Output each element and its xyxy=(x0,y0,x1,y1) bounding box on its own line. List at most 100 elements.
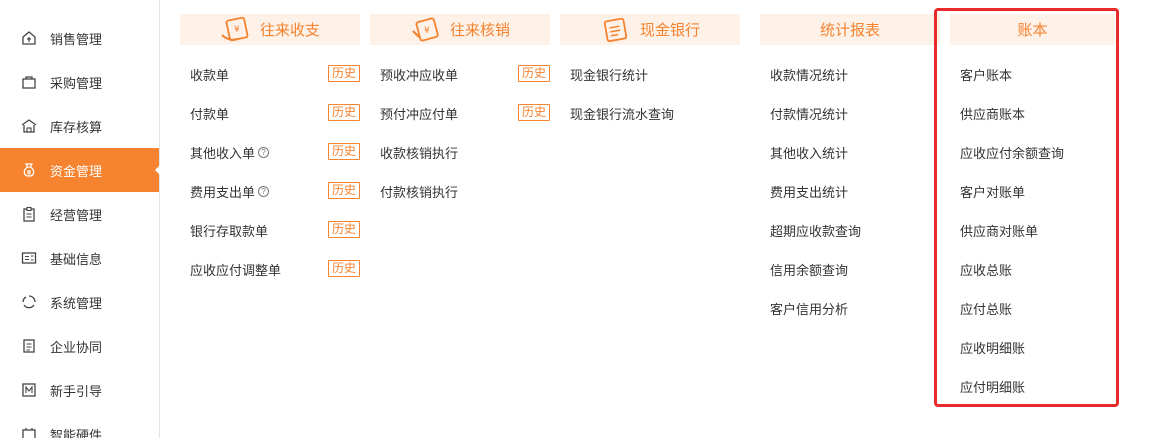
menu-item-label: 付款情况统计 xyxy=(770,106,849,122)
column-title: 现金银行 xyxy=(639,22,700,39)
sidebar-item-guide[interactable]: 新手引导 xyxy=(0,368,159,412)
sidebar-item-operations[interactable]: 经营管理 xyxy=(0,192,159,236)
menu-item-label: 信用余额查询 xyxy=(770,262,849,278)
menu-item-label: 付款单 xyxy=(190,106,230,122)
menu-item-label: 收款情况统计 xyxy=(770,67,849,83)
menu-item-label: 费用支出统计 xyxy=(770,184,849,200)
menu-item-supplier-ledger[interactable]: 供应商账本 xyxy=(960,103,1115,123)
column-header: 账本 xyxy=(950,14,1115,45)
column-receipts-payments: ¥ 往来收支 收款单 历史 付款单 历史 其他收入单 ? 历史 费用支出单 ? … xyxy=(180,14,360,278)
column-title: 往来核销 xyxy=(449,22,510,39)
menu-item-label: 应付明细账 xyxy=(960,379,1026,395)
column-header: 现金银行 xyxy=(560,14,740,45)
column-title: 统计报表 xyxy=(819,22,880,39)
sidebar-item-label: 基础信息 xyxy=(50,251,103,267)
document-icon xyxy=(20,337,38,355)
menu-item-advance-payment-offset[interactable]: 预付冲应付单 历史 xyxy=(380,103,550,123)
history-badge[interactable]: 历史 xyxy=(517,65,550,82)
sidebar-item-label: 库存核算 xyxy=(50,119,103,135)
menu-item-label: 其他收入统计 xyxy=(770,145,849,161)
sidebar-item-label: 采购管理 xyxy=(50,75,103,91)
new-badge-icon xyxy=(20,381,38,399)
menu-item-bank-deposit[interactable]: 银行存取款单 历史 xyxy=(190,220,360,240)
menu-item-label: 客户对账单 xyxy=(960,184,1026,200)
menu-item-expense[interactable]: 费用支出单 ? 历史 xyxy=(190,181,360,201)
menu-item-label: 付款核销执行 xyxy=(380,184,459,200)
history-badge[interactable]: 历史 xyxy=(327,65,360,82)
menu-item-customer-statement[interactable]: 客户对账单 xyxy=(960,181,1115,201)
menu-item-label: 现金银行统计 xyxy=(570,67,649,83)
menu-item-label: 预收冲应收单 xyxy=(380,67,459,83)
sidebar-item-label: 系统管理 xyxy=(50,295,103,311)
menu-item-credit-analysis[interactable]: 客户信用分析 xyxy=(770,298,940,318)
menu-item-payable-general-ledger[interactable]: 应付总账 xyxy=(960,298,1115,318)
sidebar: 销售管理 采购管理 库存核算 资金管理 经营管理 基础信息 系统管理 企业协同 … xyxy=(0,0,160,438)
sidebar-item-label: 新手引导 xyxy=(50,383,103,399)
writeoff-icon: ¥ xyxy=(410,17,442,43)
sidebar-item-inventory[interactable]: 库存核算 xyxy=(0,104,159,148)
purchase-bag-icon xyxy=(20,73,38,91)
svg-text:¥: ¥ xyxy=(424,26,430,36)
sidebar-item-label: 销售管理 xyxy=(50,31,103,47)
column-ledger: 账本 客户账本 供应商账本 应收应付余额查询 客户对账单 供应商对账单 应收总账… xyxy=(950,14,1115,395)
menu-item-receivable-detail-ledger[interactable]: 应收明细账 xyxy=(960,337,1115,357)
sidebar-item-label: 企业协同 xyxy=(50,339,103,355)
menu-item-credit-balance[interactable]: 信用余额查询 xyxy=(770,259,940,279)
sidebar-item-label: 智能硬件 xyxy=(50,427,103,438)
menu-item-advance-receipt-offset[interactable]: 预收冲应收单 历史 xyxy=(380,64,550,84)
menu-item-receivable-general-ledger[interactable]: 应收总账 xyxy=(960,259,1115,279)
menu-item-label: 应收明细账 xyxy=(960,340,1026,356)
help-icon[interactable]: ? xyxy=(258,146,270,158)
menu-item-overdue-receivables[interactable]: 超期应收款查询 xyxy=(770,220,940,240)
sidebar-item-label: 经营管理 xyxy=(50,207,103,223)
menu-item-cash-bank-flow[interactable]: 现金银行流水查询 xyxy=(570,103,740,123)
sidebar-item-sales[interactable]: 销售管理 xyxy=(0,16,159,60)
menu-item-customer-ledger[interactable]: 客户账本 xyxy=(960,64,1115,84)
menu-item-label: 超期应收款查询 xyxy=(770,223,862,239)
column-reports: 统计报表 收款情况统计 付款情况统计 其他收入统计 费用支出统计 超期应收款查询… xyxy=(760,14,940,317)
menu-item-payment-stats[interactable]: 付款情况统计 xyxy=(770,103,940,123)
clipboard-icon xyxy=(20,205,38,223)
menu-item-payment[interactable]: 付款单 历史 xyxy=(190,103,360,123)
menu-item-label: 费用支出单 xyxy=(190,184,256,200)
menu-item-receipt[interactable]: 收款单 历史 xyxy=(190,64,360,84)
sidebar-item-basic-info[interactable]: 基础信息 xyxy=(0,236,159,280)
menu-item-other-income[interactable]: 其他收入单 ? 历史 xyxy=(190,142,360,162)
menu-item-receipt-writeoff[interactable]: 收款核销执行 xyxy=(380,142,550,162)
menu-item-cash-bank-stats[interactable]: 现金银行统计 xyxy=(570,64,740,84)
menu-item-label: 应付总账 xyxy=(960,301,1013,317)
sidebar-item-collaboration[interactable]: 企业协同 xyxy=(0,324,159,368)
menu-item-receipt-stats[interactable]: 收款情况统计 xyxy=(770,64,940,84)
help-icon[interactable]: ? xyxy=(258,185,270,197)
menu-item-expense-stats[interactable]: 费用支出统计 xyxy=(770,181,940,201)
history-badge[interactable]: 历史 xyxy=(517,104,550,121)
menu-item-payment-writeoff[interactable]: 付款核销执行 xyxy=(380,181,550,201)
bank-doc-icon xyxy=(600,17,632,43)
menu-item-adjustment[interactable]: 应收应付调整单 历史 xyxy=(190,259,360,279)
history-badge[interactable]: 历史 xyxy=(327,221,360,238)
menu-item-other-income-stats[interactable]: 其他收入统计 xyxy=(770,142,940,162)
sidebar-item-label: 资金管理 xyxy=(50,163,103,179)
menu-item-label: 其他收入单 xyxy=(190,145,256,161)
sidebar-item-hardware[interactable]: 智能硬件 xyxy=(0,412,159,438)
history-badge[interactable]: 历史 xyxy=(327,104,360,121)
history-badge[interactable]: 历史 xyxy=(327,182,360,199)
menu-item-label: 应收应付余额查询 xyxy=(960,145,1065,161)
menu-item-supplier-statement[interactable]: 供应商对账单 xyxy=(960,220,1115,240)
menu-item-label: 供应商账本 xyxy=(960,106,1026,122)
history-badge[interactable]: 历史 xyxy=(327,143,360,160)
sidebar-item-finance[interactable]: 资金管理 xyxy=(0,148,160,192)
column-title: 往来收支 xyxy=(259,22,320,39)
menu-item-label: 现金银行流水查询 xyxy=(570,106,675,122)
column-header: 统计报表 xyxy=(760,14,940,45)
menu-item-label: 客户账本 xyxy=(960,67,1013,83)
history-badge[interactable]: 历史 xyxy=(327,260,360,277)
menu-item-label: 收款单 xyxy=(190,67,230,83)
menu-item-balance-query[interactable]: 应收应付余额查询 xyxy=(960,142,1115,162)
menu-item-label: 收款核销执行 xyxy=(380,145,459,161)
sidebar-item-system[interactable]: 系统管理 xyxy=(0,280,159,324)
receipt-icon: ¥ xyxy=(220,16,252,43)
menu-item-payable-detail-ledger[interactable]: 应付明细账 xyxy=(960,376,1115,396)
sidebar-item-purchase[interactable]: 采购管理 xyxy=(0,60,159,104)
svg-text:¥: ¥ xyxy=(234,25,240,35)
